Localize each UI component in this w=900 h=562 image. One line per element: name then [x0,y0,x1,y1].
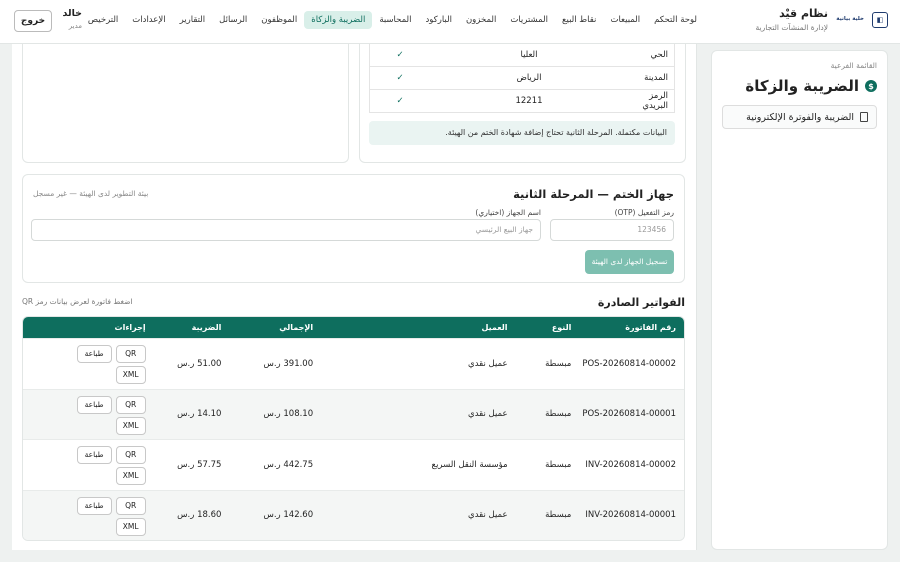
row-actions: QR طباعة XML [23,440,146,490]
dollar-coin-icon: $ [865,80,877,92]
brand-subtitle: لإدارة المنشآت التجارية [755,23,828,32]
check-icon: ✓ [396,96,404,106]
nav-tax-zakat[interactable]: الضريبة والزكاة [304,11,373,29]
register-device-button[interactable]: تسجيل الجهاز لدى الهيئة [585,250,674,274]
nav-purchases[interactable]: المشتريات [503,11,555,29]
sidebar-label: القائمة الفرعية [830,61,877,70]
device-name-label: اسم الجهاز (اختياري) [475,208,541,217]
otp-label: رمز التفعيل (OTP) [614,208,674,217]
nav-reports[interactable]: التقارير [173,11,213,29]
completion-notice: البيانات مكتملة. المرحلة الثانية تحتاج إ… [369,121,675,145]
table-row[interactable]: POS-20260814-00001 مبسطة عميل نقدي 108.1… [23,388,684,440]
main-content: الحي العليا ✓ المدينة الرياض ✓ الرمز الب… [12,44,697,550]
table-row[interactable]: INV-20260814-00002 مبسطة مؤسسة النقل الس… [23,439,684,490]
header-actions: إجراءات [114,323,146,332]
row-actions: QR طباعة XML [23,491,146,541]
signing-device-card: جهاز الختم — المرحلة الثانية بيئة التطوي… [22,174,685,283]
header-invoice-number: رقم الفاتورة [625,323,676,332]
main-nav: لوحة التحكم المبيعات نقاط البيع المشتريا… [81,11,704,29]
nav-messages[interactable]: الرسائل [212,11,254,29]
sub-sidebar: القائمة الفرعية $ الضريبة والزكاة الضريب… [711,50,888,550]
otp-input[interactable]: 123456 [550,219,674,241]
table-row[interactable]: INV-20260814-00001 مبسطة عميل نقدي 142.6… [23,489,684,541]
row-actions: QR طباعة XML [23,390,146,440]
qr-button[interactable]: QR [115,446,146,464]
nav-dashboard[interactable]: لوحة التحكم [647,11,704,29]
nav-settings[interactable]: الإعدادات [125,11,172,29]
user-role: مدير [68,22,82,30]
logout-button[interactable]: خروج [14,10,52,32]
user-info: خالد مدير [62,8,82,30]
document-icon [860,112,868,122]
address-table: الحي العليا ✓ المدينة الرياض ✓ الرمز الب… [369,44,675,113]
check-icon: ✓ [396,73,404,83]
table-header: رقم الفاتورة النوع العميل الإجمالي الضري… [23,317,684,338]
user-name: خالد [62,8,82,19]
print-button[interactable]: طباعة [76,496,112,515]
top-header: ◧ خلية بيانية نظام قيْد لإدارة المنشآت ا… [0,0,900,44]
device-status: بيئة التطوير لدى الهيئة — غير مسجل [33,189,149,198]
table-row[interactable]: POS-20260814-00002 مبسطة عميل نقدي 391.0… [23,338,684,389]
print-button[interactable]: طباعة [76,446,112,464]
nav-license[interactable]: الترخيص [81,11,125,29]
sidebar-item-label: الضريبة والفوترة الإلكترونية [746,111,854,123]
sidebar-item-tax-einvoice[interactable]: الضريبة والفوترة الإلكترونية [722,105,877,129]
qr-button[interactable]: QR [115,345,146,363]
xml-button[interactable]: XML [115,467,146,485]
sidebar-title-text: الضريبة والزكاة [745,77,859,95]
check-icon: ✓ [396,50,404,60]
brand-logo-text: خلية بيانية [836,16,864,23]
address-row-district: الحي العليا ✓ [369,44,675,67]
address-row-city: المدينة الرياض ✓ [369,67,675,90]
header-type: النوع [551,323,572,332]
nav-inventory[interactable]: المخزون [459,11,503,29]
invoices-table: رقم الفاتورة النوع العميل الإجمالي الضري… [22,316,685,541]
row-actions: QR طباعة XML [23,339,146,389]
header-tax: الضريبة [191,323,222,332]
brand-title: نظام قيْد [779,7,828,20]
nav-barcode[interactable]: الباركود [419,11,459,29]
left-card [22,44,349,163]
xml-button[interactable]: XML [115,366,146,384]
nav-employees[interactable]: الموظفون [254,11,304,29]
invoices-title: الفواتير الصادرة [597,296,685,309]
print-button[interactable]: طباعة [76,345,112,363]
address-row-postal: الرمز البريدي 12211 ✓ [369,90,675,113]
header-customer: العميل [481,323,508,332]
qr-button[interactable]: QR [115,395,146,414]
invoices-hint: اضغط فاتورة لعرض بيانات رمز QR [22,297,133,306]
nav-sales[interactable]: المبيعات [603,11,647,29]
xml-button[interactable]: XML [115,416,146,435]
device-name-input[interactable]: جهاز البيع الرئيسي [31,219,541,241]
device-title: جهاز الختم — المرحلة الثانية [513,187,674,201]
sidebar-title: $ الضريبة والزكاة [722,77,877,95]
qr-button[interactable]: QR [115,496,146,515]
header-total: الإجمالي [279,323,314,332]
xml-button[interactable]: XML [115,517,146,536]
print-button[interactable]: طباعة [76,395,112,414]
nav-pos[interactable]: نقاط البيع [555,11,603,29]
brand[interactable]: ◧ خلية بيانية نظام قيْد لإدارة المنشآت ا… [755,7,888,32]
brand-logo-icon: ◧ [872,11,888,28]
address-card: الحي العليا ✓ المدينة الرياض ✓ الرمز الب… [359,44,686,163]
nav-accounting[interactable]: المحاسبة [372,11,418,29]
